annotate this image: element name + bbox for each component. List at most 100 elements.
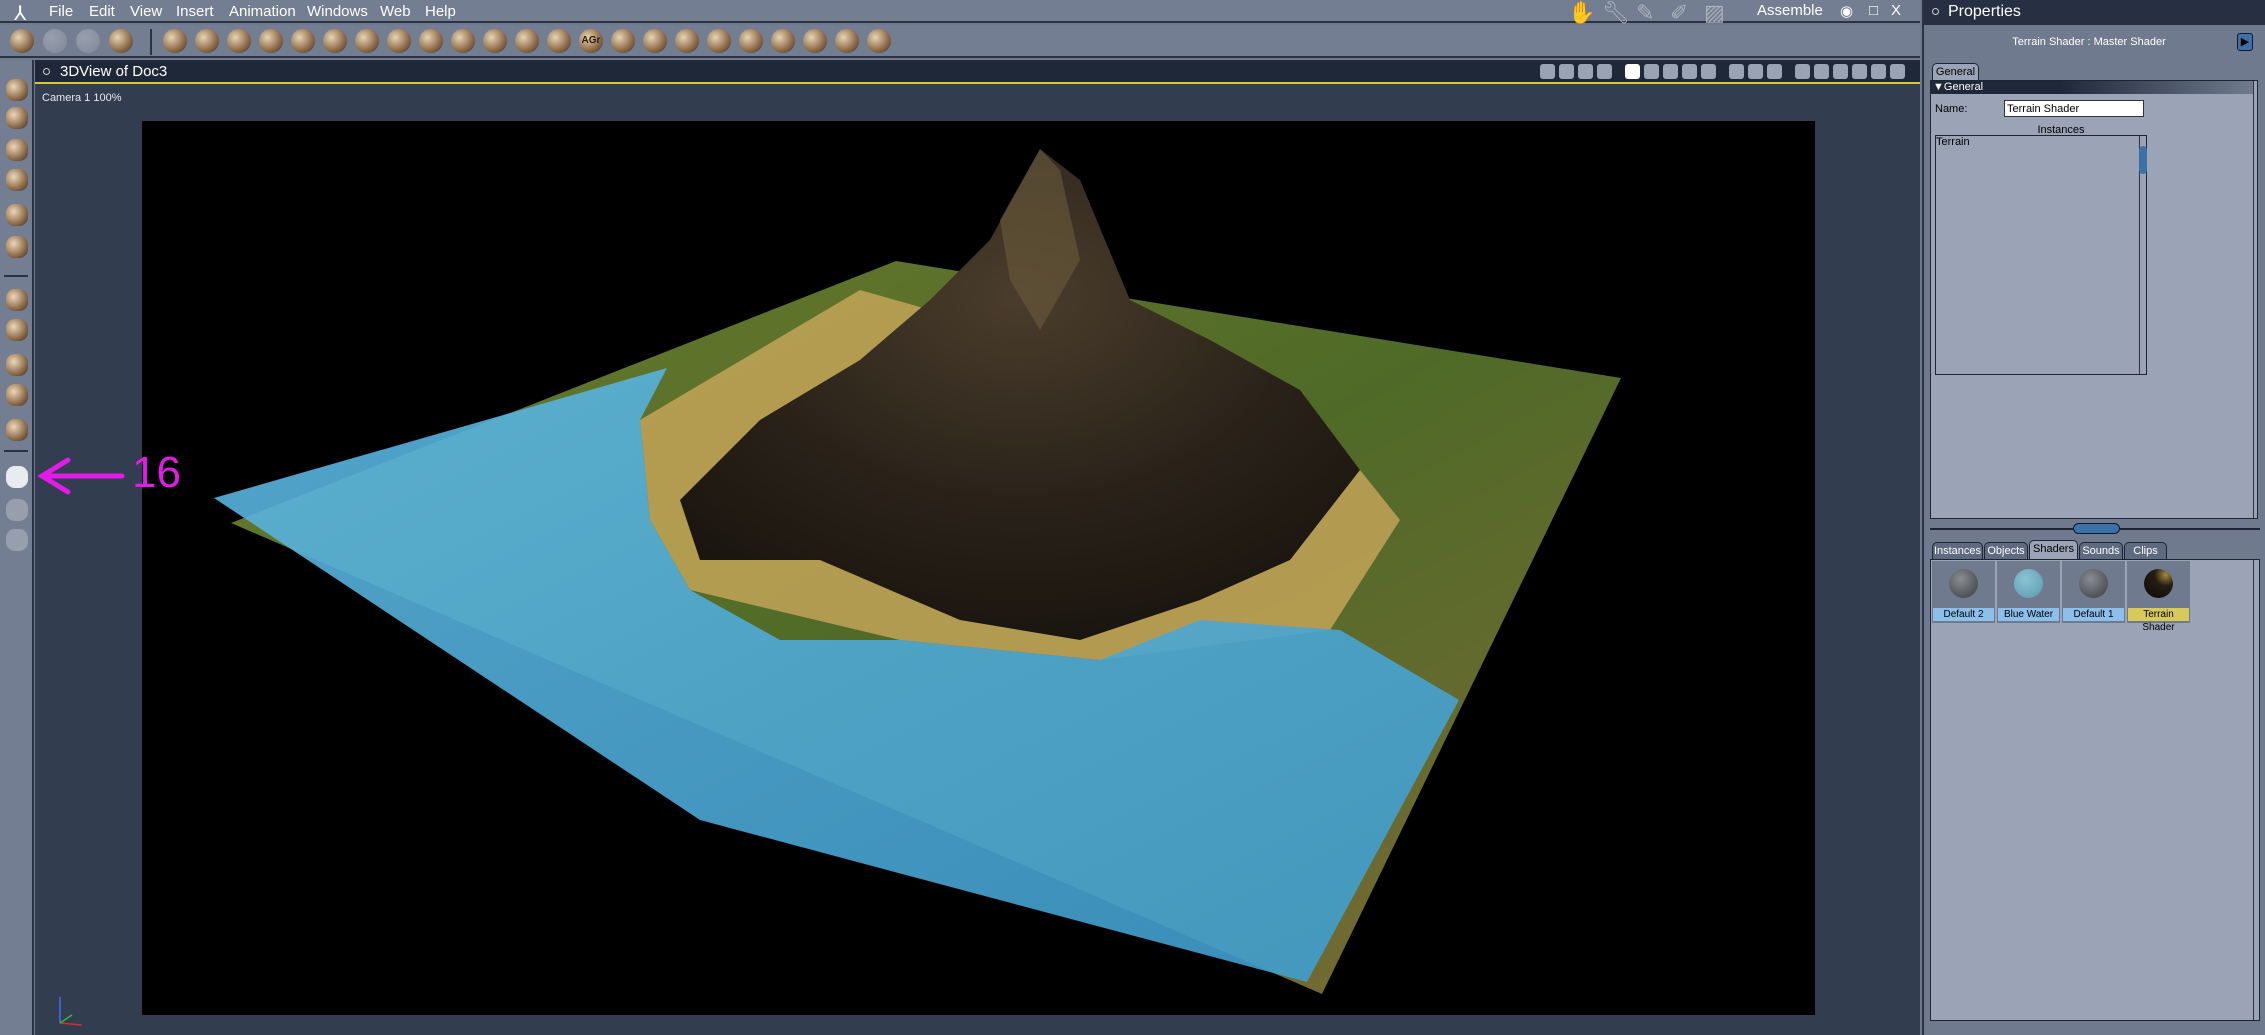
render-area[interactable] [142, 121, 1815, 1015]
pan-icon[interactable] [6, 289, 28, 311]
menu-view[interactable]: View [130, 3, 162, 20]
cloud-icon[interactable] [451, 29, 475, 53]
shader-tile[interactable]: Default 2 [1932, 561, 1995, 623]
hand-icon[interactable] [43, 29, 67, 53]
wrench-icon[interactable]: 🔧︎ [1602, 0, 1630, 26]
floor-icon[interactable] [163, 29, 187, 53]
shader-tile-selected[interactable]: Terrain Shader [2127, 561, 2190, 633]
hand-icon[interactable]: ✋ [1568, 0, 1595, 26]
menu-edit[interactable]: Edit [89, 3, 115, 20]
orbit-icon[interactable] [6, 384, 28, 406]
house-icon[interactable] [611, 29, 635, 53]
tab-clips[interactable]: Clips [2124, 542, 2167, 559]
boulders-icon[interactable] [515, 29, 539, 53]
scrollbar[interactable] [2253, 560, 2258, 1020]
app-logo-icon[interactable]: ⅄ [14, 1, 26, 26]
bone-icon[interactable] [259, 29, 283, 53]
tab-instances[interactable]: Instances [1932, 542, 1983, 559]
single-view-icon[interactable] [1625, 64, 1640, 79]
scrollbar[interactable] [2253, 81, 2258, 518]
pen-icon[interactable]: ✎ [1636, 0, 1654, 26]
camera-icon[interactable] [6, 466, 28, 488]
hand-icon[interactable] [6, 499, 28, 521]
wire-box-icon[interactable] [1833, 64, 1848, 79]
instances-list[interactable]: Terrain [1935, 135, 2147, 375]
select-arrow-icon[interactable] [6, 79, 28, 101]
ring-icon[interactable] [291, 29, 315, 53]
blob-icon[interactable] [707, 29, 731, 53]
general-section-header[interactable]: ▼General [1931, 81, 2253, 94]
splitter-handle[interactable] [2073, 523, 2120, 534]
terrain-icon[interactable] [387, 29, 411, 53]
quad-h-icon[interactable] [1663, 64, 1678, 79]
wrench-icon[interactable] [76, 29, 100, 53]
tab-general[interactable]: General [1932, 63, 1979, 80]
cylinder-icon[interactable] [643, 29, 667, 53]
scene-icon[interactable] [1540, 64, 1555, 79]
menu-animation[interactable]: Animation [229, 3, 296, 20]
quad-view-icon[interactable] [1682, 64, 1697, 79]
grass-icon[interactable] [547, 29, 571, 53]
shade-shield-icon[interactable] [1748, 64, 1763, 79]
magic-wand-icon[interactable] [6, 204, 28, 226]
name-input[interactable] [2004, 100, 2144, 117]
bounding-icon[interactable] [1814, 64, 1829, 79]
list-item[interactable]: Terrain [1936, 136, 2146, 148]
arrow-right-icon[interactable]: ▶ [2237, 33, 2253, 51]
room-label[interactable]: Assemble [1757, 2, 1823, 19]
move-icon[interactable] [6, 107, 28, 129]
menu-windows[interactable]: Windows [307, 3, 368, 20]
tab-sounds[interactable]: Sounds [2079, 542, 2123, 559]
up-arrow-icon[interactable] [1795, 64, 1810, 79]
solid-box-icon[interactable] [1852, 64, 1867, 79]
text-icon[interactable] [323, 29, 347, 53]
rotate-icon[interactable] [6, 139, 28, 161]
particles-icon[interactable] [355, 29, 379, 53]
target-icon[interactable] [835, 29, 859, 53]
shader-tile[interactable]: Blue Water [1997, 561, 2060, 623]
link-icon[interactable] [6, 236, 28, 258]
3d-viewport[interactable]: 3DView of Doc3 Camera 1 100% [35, 60, 1920, 1035]
close-icon[interactable]: X [1891, 2, 1901, 19]
brush-icon[interactable] [10, 29, 34, 53]
dolly-icon[interactable] [6, 354, 28, 376]
hierarchy-icon[interactable] [1559, 64, 1574, 79]
group-icon[interactable] [1578, 64, 1593, 79]
film-icon[interactable]: ▨ [1704, 0, 1725, 26]
camera-icon[interactable] [771, 29, 795, 53]
eye-icon[interactable]: ◉ [1840, 2, 1853, 20]
panel-dot-icon[interactable] [43, 68, 50, 75]
menu-insert[interactable]: Insert [176, 3, 214, 20]
zoom-icon[interactable] [6, 529, 28, 551]
tab-objects[interactable]: Objects [1984, 542, 2028, 559]
paint-bucket-icon[interactable] [109, 29, 133, 53]
menu-help[interactable]: Help [425, 3, 456, 20]
menu-web[interactable]: Web [380, 3, 411, 20]
l-view-icon[interactable] [1701, 64, 1716, 79]
panel-dot-icon[interactable] [1932, 8, 1939, 15]
cube-view-icon[interactable] [6, 419, 28, 441]
wand-icon[interactable] [867, 29, 891, 53]
agr-icon[interactable]: AGr [579, 29, 603, 53]
light-icon[interactable] [739, 29, 763, 53]
split-view-icon[interactable] [1644, 64, 1659, 79]
smooth-sphere-icon[interactable] [1871, 64, 1886, 79]
scale-icon[interactable] [6, 169, 28, 191]
grid-icon[interactable] [1597, 64, 1612, 79]
scrollbar-thumb[interactable] [2139, 146, 2147, 174]
texture-shield-icon[interactable] [1767, 64, 1782, 79]
shader-tile[interactable]: Default 1 [2062, 561, 2125, 623]
maximize-icon[interactable]: □ [1869, 2, 1878, 19]
tree-icon[interactable] [419, 29, 443, 53]
wire-shield-icon[interactable] [1729, 64, 1744, 79]
nodes-icon[interactable] [803, 29, 827, 53]
fire-icon[interactable] [483, 29, 507, 53]
goblet-icon[interactable] [195, 29, 219, 53]
track-icon[interactable] [6, 319, 28, 341]
menu-file[interactable]: File [49, 3, 73, 20]
sphere-icon[interactable] [227, 29, 251, 53]
bowl-icon[interactable] [675, 29, 699, 53]
tab-shaders[interactable]: Shaders [2029, 540, 2078, 559]
brush-icon[interactable]: ✐ [1670, 0, 1688, 26]
textured-sphere-icon[interactable] [1890, 64, 1905, 79]
